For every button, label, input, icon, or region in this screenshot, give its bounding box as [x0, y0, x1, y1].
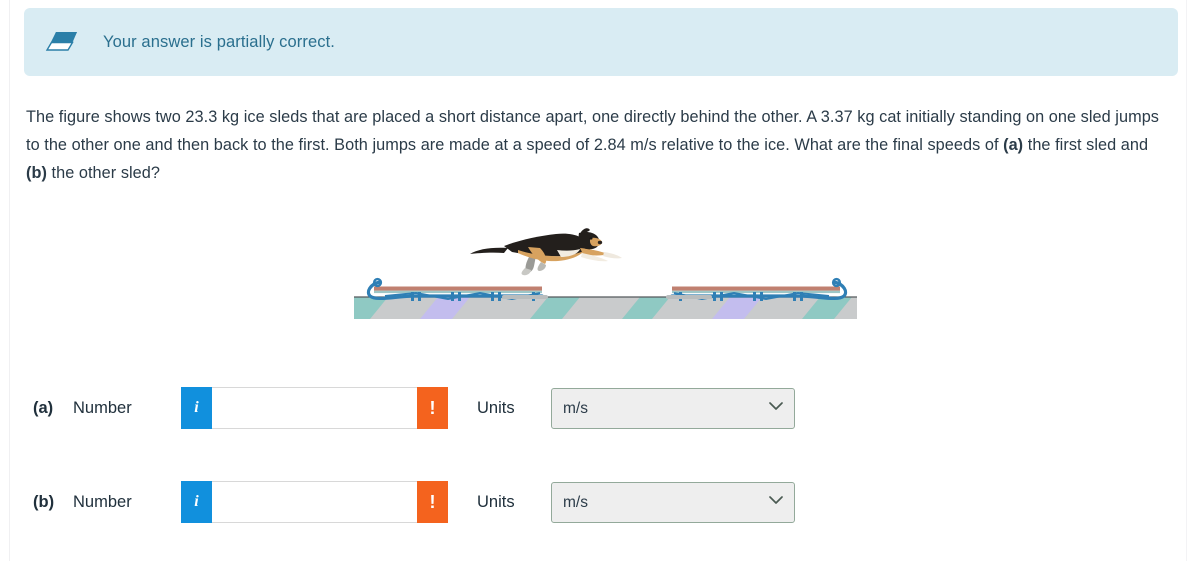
problem-statement: The figure shows two 23.3 kg ice sleds t… [26, 103, 1172, 187]
leaping-cat-icon [470, 228, 622, 276]
exclamation-icon[interactable]: ! [417, 481, 448, 523]
sled-left [366, 277, 548, 301]
problem-text-mid: the first sled and [1023, 136, 1149, 154]
problem-text-tail: the other sled? [46, 164, 160, 182]
info-icon[interactable]: i [181, 387, 212, 429]
problem-text-main: The figure shows two 23.3 kg ice sleds t… [26, 108, 1159, 154]
problem-part-a-tag: (a) [1003, 136, 1024, 154]
ice-surface [354, 296, 857, 319]
answer-units-label-b: Units [477, 492, 515, 511]
exclamation-icon[interactable]: ! [417, 387, 448, 429]
answer-units-select-wrap-b: m/s [551, 481, 795, 523]
answer-number-input-b[interactable] [212, 481, 417, 523]
answer-number-label-a: Number [73, 398, 132, 417]
answer-input-group-b: i ! [181, 481, 448, 523]
figure-illustration [354, 228, 857, 319]
physics-figure [352, 200, 862, 325]
answer-units-label-a: Units [477, 398, 515, 417]
feedback-banner: Your answer is partially correct. [24, 8, 1178, 76]
page-right-gutter [1186, 0, 1187, 561]
answer-units-select-a[interactable]: m/s [551, 387, 795, 429]
answer-input-group-a: i ! [181, 387, 448, 429]
feedback-banner-message: Your answer is partially correct. [103, 32, 335, 51]
eraser-parallelogram-icon [45, 32, 77, 51]
page-left-gutter [9, 0, 10, 561]
answer-part-label-b: (b) [33, 492, 55, 511]
answer-number-label-b: Number [73, 492, 132, 511]
answer-number-input-a[interactable] [212, 387, 417, 429]
problem-part-b-tag: (b) [26, 164, 47, 182]
answer-row-b: (b) Number i ! Units m/s [33, 481, 795, 523]
info-icon[interactable]: i [181, 481, 212, 523]
sled-right [666, 277, 848, 301]
answer-units-select-b[interactable]: m/s [551, 481, 795, 523]
answer-row-a: (a) Number i ! Units m/s [33, 387, 795, 429]
answer-part-label-a: (a) [33, 398, 54, 417]
feedback-banner-content: Your answer is partially correct. [24, 8, 1178, 76]
answer-units-select-wrap-a: m/s [551, 387, 795, 429]
